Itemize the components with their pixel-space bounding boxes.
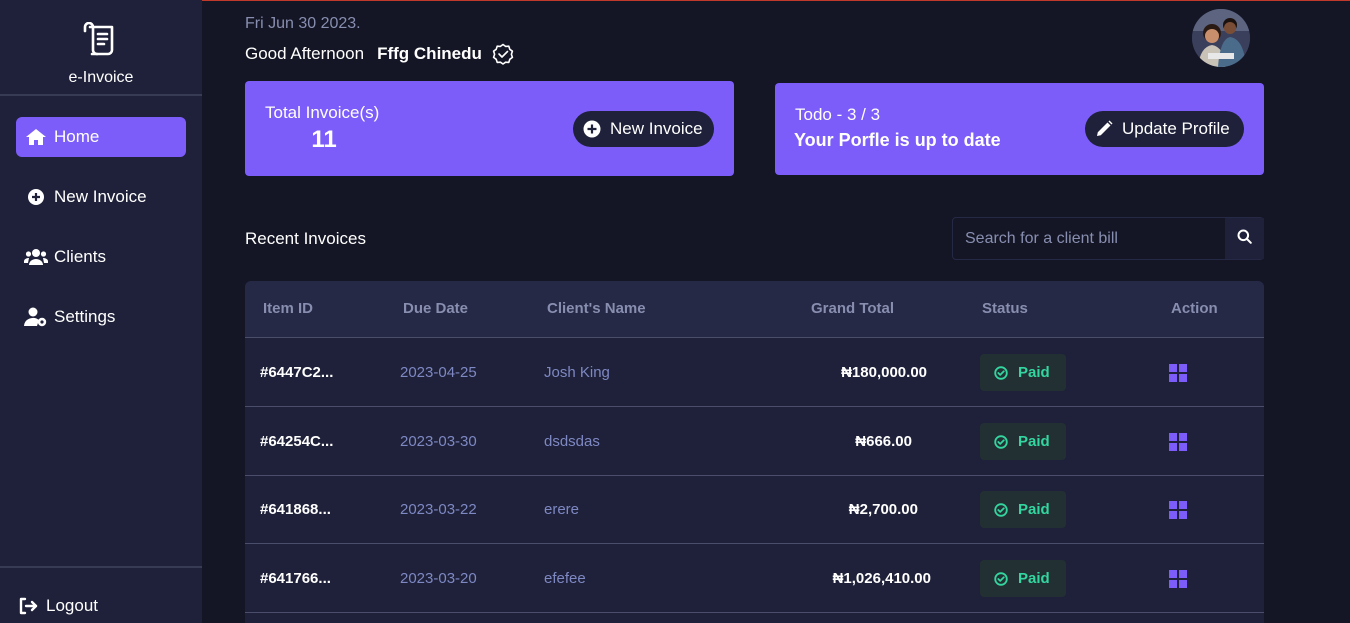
user-name: Fffg Chinedu: [377, 44, 482, 63]
invoice-id: #64254C...: [260, 433, 334, 450]
column-header-action: Action: [1171, 300, 1218, 317]
brand[interactable]: e-Invoice: [0, 0, 202, 96]
sidebar-item-clients[interactable]: Clients: [16, 237, 186, 277]
client-name: efefee: [544, 570, 586, 587]
greeting: Good Afternoon Fffg Chinedu: [245, 43, 514, 65]
due-date: 2023-03-22: [400, 501, 477, 518]
total-invoices-count: 11: [311, 126, 337, 153]
status-label: Paid: [1018, 501, 1050, 518]
todo-label: Todo - 3 / 3: [795, 105, 881, 124]
invoices-table: Item ID Due Date Client's Name Grand Tot…: [245, 281, 1264, 623]
grand-total: ₦2,700.00: [848, 501, 918, 518]
status-label: Paid: [1018, 364, 1050, 381]
logout-icon: [18, 596, 40, 616]
check-circle-icon: [994, 502, 1008, 517]
search-button[interactable]: [1225, 218, 1264, 259]
logout-button[interactable]: Logout: [18, 596, 98, 616]
column-header-due-date: Due Date: [403, 300, 469, 317]
column-header-grand-total: Grand Total: [811, 300, 895, 317]
sidebar-footer: Logout: [0, 566, 202, 623]
users-icon: [24, 247, 48, 267]
top-border: [0, 0, 1350, 1]
sidebar: e-Invoice Home New Invoice Clients Setti…: [0, 0, 202, 623]
sidebar-item-new-invoice[interactable]: New Invoice: [16, 177, 186, 217]
sidebar-item-home[interactable]: Home: [16, 117, 186, 157]
due-date: 2023-03-30: [400, 433, 477, 450]
sidebar-item-label: Settings: [54, 307, 116, 326]
status-label: Paid: [1018, 433, 1050, 450]
due-date: 2023-03-20: [400, 570, 477, 587]
status-label: Paid: [1018, 570, 1050, 587]
sidebar-item-settings[interactable]: Settings: [16, 297, 186, 337]
view-invoice-grid-icon[interactable]: [1169, 501, 1187, 519]
status-badge: Paid: [980, 423, 1066, 460]
invoice-id: #641766...: [260, 570, 331, 587]
view-invoice-grid-icon[interactable]: [1169, 364, 1187, 382]
view-invoice-grid-icon[interactable]: [1169, 570, 1187, 588]
grand-total: ₦1,026,410.00: [832, 570, 931, 587]
column-header-status: Status: [982, 300, 1028, 317]
sidebar-item-label: Home: [54, 127, 100, 146]
table-row[interactable]: #6447C2... 2023-04-25 Josh King ₦180,000…: [245, 339, 1264, 407]
new-invoice-button[interactable]: New Invoice: [573, 111, 714, 147]
logout-label: Logout: [46, 596, 98, 615]
search-input[interactable]: [953, 218, 1225, 259]
update-profile-button[interactable]: Update Profile: [1085, 111, 1244, 147]
todo-status: Your Porfle is up to date: [794, 130, 1001, 150]
plus-circle-icon: [583, 120, 601, 138]
table-row[interactable]: #64254C... 2023-03-30 dsdsdas ₦666.00 Pa…: [245, 408, 1264, 476]
column-header-client-name: Client's Name: [547, 300, 646, 317]
app-name: e-Invoice: [68, 69, 134, 86]
sidebar-item-label: New Invoice: [54, 187, 147, 206]
status-badge: Paid: [980, 491, 1066, 528]
invoice-id: #641868...: [260, 501, 331, 518]
check-circle-icon: [994, 571, 1008, 586]
scroll-logo-icon: [82, 21, 118, 56]
new-invoice-label: New Invoice: [610, 119, 703, 138]
total-invoices-label: Total Invoice(s): [265, 103, 380, 122]
search-icon: [1237, 229, 1252, 249]
invoice-id: #6447C2...: [260, 364, 334, 381]
search-box: [952, 217, 1264, 260]
update-profile-label: Update Profile: [1122, 119, 1230, 138]
verified-badge-icon: [492, 43, 514, 65]
client-name: erere: [544, 501, 580, 518]
recent-invoices-title: Recent Invoices: [245, 229, 366, 248]
sidebar-item-label: Clients: [54, 247, 106, 266]
pencil-icon: [1095, 120, 1113, 138]
client-name: Josh King: [544, 364, 610, 381]
todo-card: Todo - 3 / 3 Your Porfle is up to date U…: [775, 83, 1264, 175]
check-circle-icon: [994, 365, 1008, 380]
home-icon: [24, 127, 48, 147]
total-invoices-card: Total Invoice(s) 11 New Invoice: [245, 81, 734, 176]
client-name: dsdsdas: [544, 433, 600, 450]
grand-total: ₦180,000.00: [841, 364, 927, 381]
table-row[interactable]: #641868... 2023-03-22 erere ₦2,700.00 Pa…: [245, 476, 1264, 544]
status-badge: Paid: [980, 560, 1066, 597]
grand-total: ₦666.00: [855, 433, 912, 450]
user-gear-icon: [24, 307, 48, 327]
due-date: 2023-04-25: [400, 364, 477, 381]
view-invoice-grid-icon[interactable]: [1169, 433, 1187, 451]
table-header: Item ID Due Date Client's Name Grand Tot…: [245, 281, 1264, 338]
current-date: Fri Jun 30 2023.: [245, 15, 361, 32]
plus-circle-icon: [24, 187, 48, 207]
table-row[interactable]: #641766... 2023-03-20 efefee ₦1,026,410.…: [245, 545, 1264, 613]
column-header-item-id: Item ID: [263, 300, 314, 317]
avatar[interactable]: [1192, 9, 1250, 67]
greeting-text: Good Afternoon: [245, 44, 365, 63]
check-circle-icon: [994, 434, 1008, 449]
status-badge: Paid: [980, 354, 1066, 391]
